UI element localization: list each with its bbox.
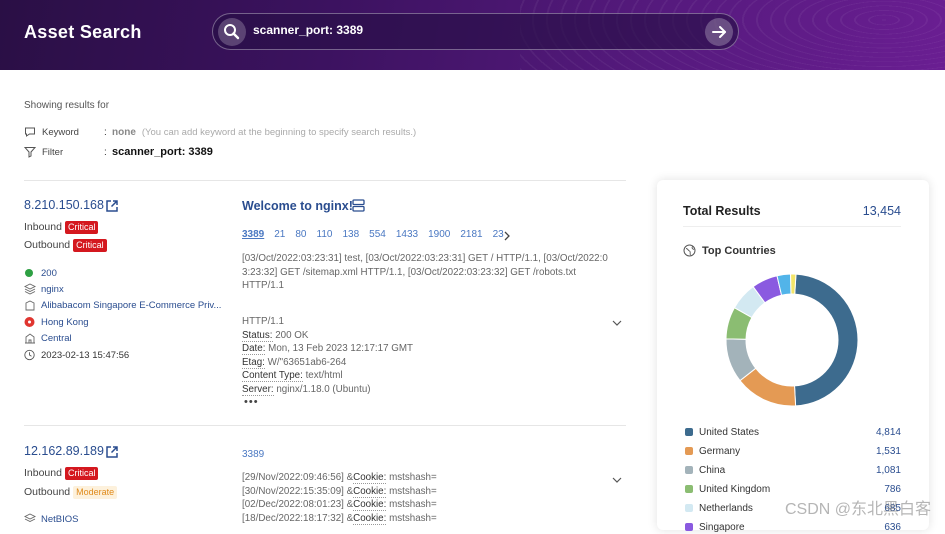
- search-bar[interactable]: [212, 13, 739, 50]
- donut-slice[interactable]: [791, 274, 796, 294]
- status-dot-icon: [24, 267, 36, 279]
- showing-results-label: Showing results for: [24, 100, 109, 111]
- outbound-moderate-badge: Moderate: [73, 486, 117, 499]
- layers-icon: [24, 283, 36, 295]
- brand-title: Asset Search: [24, 22, 142, 43]
- external-link-icon[interactable]: [105, 445, 119, 459]
- meta-server: nginx: [24, 282, 64, 296]
- chat-icon: [24, 126, 36, 138]
- legend-item[interactable]: China1,081: [685, 463, 901, 477]
- meta-org: Alibabacom Singapore E-Commerce Priv...: [24, 298, 221, 312]
- total-results-count: 13,454: [863, 204, 901, 218]
- legend-swatch: [685, 504, 693, 512]
- http-headers: HTTP/1.1 Status: 200 OK Date: Mon, 13 Fe…: [242, 315, 624, 396]
- legend-item[interactable]: Singapore636: [685, 520, 901, 534]
- watermark: CSDN @东北黑白客: [785, 495, 931, 519]
- inbound-row: InboundCritical: [24, 467, 98, 480]
- flag-icon: [24, 316, 36, 328]
- legend-swatch: [685, 447, 693, 455]
- external-link-icon[interactable]: [105, 199, 119, 213]
- chevron-down-icon[interactable]: [612, 320, 622, 326]
- legend-country-count[interactable]: 4,814: [876, 427, 901, 438]
- legend-swatch: [685, 485, 693, 493]
- building-icon: [24, 299, 36, 311]
- log-block: [29/Nov/2022:09:46:56] &Cookie: mstshash…: [242, 471, 624, 525]
- search-icon[interactable]: [218, 18, 246, 46]
- outbound-critical-badge: Critical: [73, 239, 107, 252]
- legend-swatch: [685, 428, 693, 436]
- port-tab[interactable]: 138: [342, 229, 359, 240]
- legend-country-count[interactable]: 1,531: [876, 446, 901, 457]
- chevron-right-icon[interactable]: [503, 231, 511, 241]
- outbound-row: OutboundCritical: [24, 239, 107, 252]
- legend-country-name: Singapore: [699, 522, 884, 533]
- legend-country-name: Germany: [699, 446, 876, 457]
- log-block: [03/Oct/2022:03:23:31] test, [03/Oct/202…: [242, 252, 624, 293]
- port-tab[interactable]: 80: [295, 229, 306, 240]
- result-ip-link[interactable]: 8.210.150.168: [24, 198, 104, 212]
- meta-location: Hong Kong: [24, 315, 89, 329]
- legend-country-count[interactable]: 1,081: [876, 465, 901, 476]
- donut-slice[interactable]: [795, 274, 858, 406]
- meta-status: 200: [24, 266, 57, 280]
- legend-country-count[interactable]: 786: [884, 484, 901, 495]
- summary-card: Total Results 13,454 Top Countries Unite…: [657, 180, 929, 530]
- legend-swatch: [685, 466, 693, 474]
- top-countries-heading: Top Countries: [683, 244, 776, 257]
- legend-country-count[interactable]: 636: [884, 522, 901, 533]
- city-icon: [24, 332, 36, 344]
- port-tab[interactable]: 554: [369, 229, 386, 240]
- port-list: 3389: [242, 449, 504, 460]
- keyword-hint: (You can add keyword at the beginning to…: [142, 127, 416, 138]
- chevron-down-icon[interactable]: [612, 477, 622, 483]
- inbound-critical-badge: Critical: [65, 221, 99, 234]
- inbound-row: InboundCritical: [24, 221, 98, 234]
- keyword-row: Keyword : none (You can add keyword at t…: [24, 124, 416, 140]
- port-tab[interactable]: 3389: [242, 449, 264, 460]
- layers-icon: [24, 513, 36, 525]
- globe-icon: [683, 244, 696, 257]
- more-dots[interactable]: •••: [244, 396, 259, 408]
- port-tab[interactable]: 1433: [396, 229, 418, 240]
- outbound-row: OutboundModerate: [24, 486, 117, 499]
- port-tab[interactable]: 2181: [460, 229, 482, 240]
- meta-region: Central: [24, 331, 72, 345]
- clock-icon: [24, 349, 36, 361]
- legend-item[interactable]: United States4,814: [685, 425, 901, 439]
- filter-value: scanner_port: 3389: [112, 146, 213, 158]
- port-tab[interactable]: 21: [274, 229, 285, 240]
- legend-country-name: China: [699, 465, 876, 476]
- divider: [24, 425, 626, 426]
- meta-time: 2023-02-13 15:47:56: [24, 348, 129, 362]
- legend-item[interactable]: United Kingdom786: [685, 482, 901, 496]
- legend-swatch: [685, 523, 693, 531]
- meta-service: NetBIOS: [24, 512, 79, 526]
- countries-donut-chart: [724, 272, 860, 408]
- total-results-label: Total Results: [683, 204, 761, 218]
- keyword-label: Keyword: [24, 127, 104, 138]
- filter-row: Filter : scanner_port: 3389: [24, 144, 213, 160]
- search-input[interactable]: [253, 23, 693, 37]
- port-tab[interactable]: 3389: [242, 229, 264, 240]
- result-title[interactable]: Welcome to nginx!: [242, 199, 353, 213]
- legend-country-name: United States: [699, 427, 876, 438]
- port-list: 3389218011013855414331900218123: [242, 229, 504, 240]
- server-icon[interactable]: [352, 199, 365, 212]
- divider: [24, 180, 626, 181]
- legend-country-name: United Kingdom: [699, 484, 884, 495]
- app-header: Asset Search: [0, 0, 945, 70]
- port-tab[interactable]: 1900: [428, 229, 450, 240]
- filter-label: Filter: [24, 147, 104, 158]
- arrow-right-icon[interactable]: [705, 18, 733, 46]
- inbound-critical-badge: Critical: [65, 467, 99, 480]
- result-ip-link[interactable]: 12.162.89.189: [24, 444, 104, 458]
- port-tab[interactable]: 110: [317, 229, 333, 240]
- filter-icon: [24, 146, 36, 158]
- keyword-value: none: [112, 127, 136, 138]
- legend-item[interactable]: Germany1,531: [685, 444, 901, 458]
